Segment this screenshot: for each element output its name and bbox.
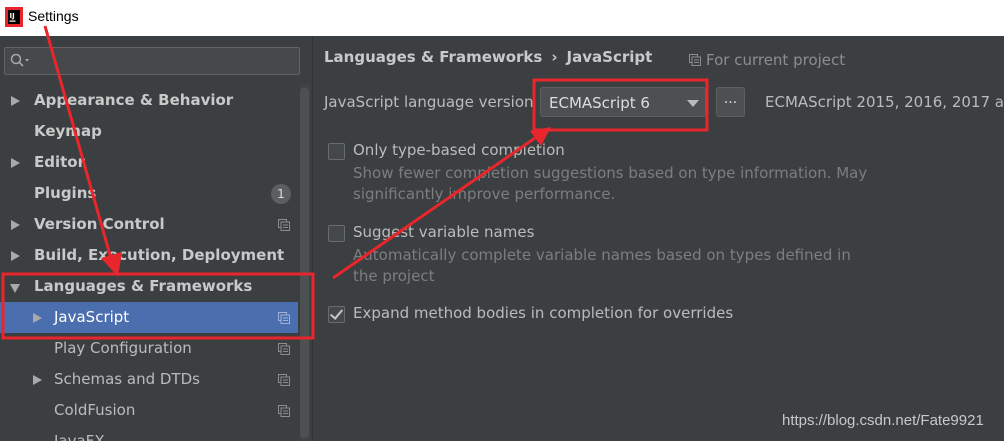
tree-item-coldfusion[interactable]: ColdFusion	[0, 395, 298, 426]
tree-item-label: Keymap	[34, 122, 102, 140]
tree-item-label: ColdFusion	[54, 401, 136, 419]
tree-item-label: Plugins	[34, 184, 97, 202]
breadcrumb-parent: Languages & Frameworks	[324, 48, 543, 66]
tree-item-editor[interactable]: Editor	[0, 147, 298, 178]
project-scope-label: For current project	[706, 51, 846, 69]
dropdown-caret-icon	[687, 100, 699, 107]
option-label[interactable]: Expand method bodies in completion for o…	[353, 304, 733, 322]
tree-item-label: Play Configuration	[54, 339, 192, 357]
plugins-update-badge: 1	[271, 184, 291, 204]
project-scope-icon	[278, 374, 290, 386]
tree-item-label: Appearance & Behavior	[34, 91, 234, 109]
svg-text:IJ: IJ	[10, 12, 15, 20]
sidebar-scrollbar-thumb[interactable]	[300, 88, 309, 438]
language-version-more-button[interactable]: ...	[716, 87, 745, 117]
tree-item-label: JavaScript	[54, 308, 130, 326]
tree-item-appearance-behavior[interactable]: Appearance & Behavior	[0, 85, 298, 116]
tree-item-label: Languages & Frameworks	[34, 277, 253, 295]
tree-item-play-configuration[interactable]: Play Configuration	[0, 333, 298, 364]
breadcrumb: Languages & Frameworks › JavaScript	[324, 48, 652, 66]
tree-item-label: JavaFX	[54, 432, 105, 441]
watermark-url: https://blog.csdn.net/Fate9921	[782, 412, 984, 429]
tree-item-label: Build, Execution, Deployment	[34, 246, 285, 264]
window-title: Settings	[28, 8, 79, 24]
title-bar: IJ Settings	[0, 0, 1004, 36]
search-icon	[10, 53, 29, 67]
language-version-description: ECMAScript 2015, 2016, 2017 and	[765, 93, 1004, 111]
tree-item-label: Version Control	[34, 215, 165, 233]
project-scope-icon	[278, 219, 290, 231]
expand-arrow-icon[interactable]	[11, 96, 20, 106]
project-scope-icon	[278, 312, 290, 324]
option-description: Automatically complete variable names ba…	[353, 246, 851, 285]
option-description: Show fewer completion suggestions based …	[353, 164, 868, 203]
tree-item-label: Schemas and DTDs	[54, 370, 200, 388]
tree-item-plugins[interactable]: Plugins 1	[0, 178, 298, 209]
settings-sidebar: Appearance & Behavior Keymap Editor Plug…	[0, 36, 312, 441]
expand-arrow-icon[interactable]	[11, 220, 20, 230]
option-label[interactable]: Suggest variable names	[353, 223, 534, 241]
expand-method-bodies-checkbox[interactable]	[328, 306, 345, 323]
tree-item-keymap[interactable]: Keymap	[0, 116, 298, 147]
project-scope-icon	[278, 405, 290, 417]
collapse-arrow-icon[interactable]	[10, 284, 20, 293]
tree-item-schemas-dtds[interactable]: Schemas and DTDs	[0, 364, 298, 395]
language-version-label: JavaScript language version	[324, 93, 534, 111]
settings-search-input[interactable]	[4, 47, 300, 75]
language-version-value: ECMAScript 6	[549, 94, 650, 112]
expand-arrow-icon[interactable]	[11, 158, 20, 168]
breadcrumb-current: JavaScript	[566, 48, 653, 66]
tree-item-build-execution-deployment[interactable]: Build, Execution, Deployment	[0, 240, 298, 271]
project-scope-icon	[278, 343, 290, 355]
intellij-app-icon: IJ	[5, 7, 23, 27]
type-based-completion-checkbox[interactable]	[328, 143, 345, 160]
option-label[interactable]: Only type-based completion	[353, 141, 565, 159]
tree-item-languages-frameworks[interactable]: Languages & Frameworks	[0, 271, 298, 302]
breadcrumb-separator: ›	[551, 48, 558, 66]
suggest-variable-names-checkbox[interactable]	[328, 225, 345, 242]
tree-item-version-control[interactable]: Version Control	[0, 209, 298, 240]
expand-arrow-icon[interactable]	[33, 313, 42, 323]
tree-item-label: Editor	[34, 153, 85, 171]
project-scope-icon	[689, 54, 701, 66]
expand-arrow-icon[interactable]	[11, 251, 20, 261]
expand-arrow-icon[interactable]	[33, 375, 42, 385]
language-version-select[interactable]: ECMAScript 6	[540, 87, 706, 117]
tree-item-javafx[interactable]: JavaFX	[0, 426, 298, 441]
javascript-settings-panel: Languages & Frameworks › JavaScript For cu…	[313, 36, 1004, 441]
tree-item-javascript[interactable]: JavaScript	[0, 302, 298, 333]
